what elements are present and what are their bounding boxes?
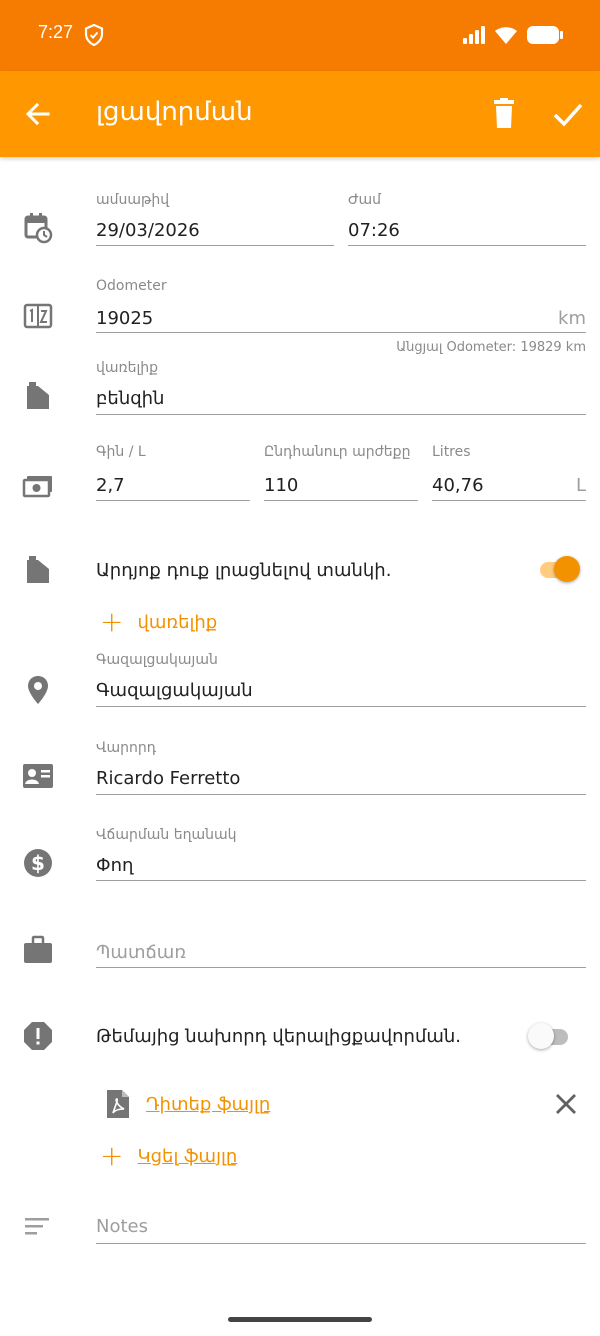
trash-icon[interactable] bbox=[488, 97, 520, 131]
fuel-label: վառելիք bbox=[96, 360, 159, 376]
odometer-underline bbox=[96, 332, 586, 333]
odometer-unit: km bbox=[558, 308, 586, 329]
time-label: Ժամ bbox=[348, 192, 382, 208]
total-cost-label: Ընդհանուր արժեքը bbox=[264, 444, 411, 460]
switch-thumb bbox=[554, 556, 580, 582]
date-value: 29/03/2026 bbox=[96, 220, 200, 241]
time-value: 07:26 bbox=[348, 220, 400, 241]
gas-station-field[interactable]: Գազալցակայան Գազալցակայան bbox=[96, 652, 586, 708]
driver-underline bbox=[96, 794, 586, 795]
full-tank-switch[interactable] bbox=[538, 554, 582, 584]
price-value: 2,7 bbox=[96, 475, 125, 496]
date-underline bbox=[96, 245, 334, 246]
reason-input[interactable]: Պատճառ bbox=[96, 930, 586, 970]
odometer-icon bbox=[22, 300, 54, 332]
price-field[interactable]: Գին / L 2,7 bbox=[96, 444, 250, 502]
previous-odometer-hint: Անցյալ Odometer: 19829 km bbox=[396, 340, 586, 355]
price-underline bbox=[96, 500, 250, 501]
page-title: լցավորման bbox=[96, 97, 253, 127]
money-icon bbox=[22, 470, 54, 502]
payment-method-underline bbox=[96, 880, 586, 881]
reason-placeholder: Պատճառ bbox=[96, 942, 186, 963]
reason-underline bbox=[96, 967, 586, 968]
payment-method-field[interactable]: Վճարման եղանակ Փող bbox=[96, 827, 586, 883]
add-fuel-button[interactable]: + վառելիք bbox=[100, 608, 217, 636]
briefcase-icon bbox=[22, 934, 54, 966]
status-bar: 7:27 bbox=[0, 0, 600, 71]
full-tank-label: Արդյոք դուք լրացնելով տանկի. bbox=[96, 560, 392, 581]
wifi-icon bbox=[495, 27, 517, 44]
notes-placeholder: Notes bbox=[96, 1216, 148, 1237]
gas-station-label: Գազալցակայան bbox=[96, 652, 218, 668]
home-indicator[interactable] bbox=[228, 1317, 372, 1322]
svg-text:$: $ bbox=[31, 851, 45, 875]
fuel-can-icon bbox=[22, 380, 54, 412]
driver-label: Վարորդ bbox=[96, 740, 157, 756]
app-bar: լցավորման bbox=[0, 71, 600, 157]
notes-icon bbox=[22, 1210, 54, 1242]
status-indicators bbox=[462, 23, 564, 47]
plus-icon: + bbox=[100, 605, 124, 638]
time-field[interactable]: Ժամ 07:26 bbox=[348, 192, 586, 248]
status-time: 7:27 bbox=[38, 22, 74, 42]
date-field[interactable]: ամսաթիվ 29/03/2026 bbox=[96, 192, 334, 248]
fuel-can-icon bbox=[22, 554, 54, 586]
odometer-value: 19025 bbox=[96, 308, 154, 329]
add-fuel-label: վառելիք bbox=[137, 611, 218, 633]
missed-previous-switch[interactable] bbox=[528, 1021, 572, 1051]
litres-underline bbox=[432, 500, 586, 501]
payment-method-value: Փող bbox=[96, 855, 134, 876]
gas-station-underline bbox=[96, 706, 586, 707]
date-label: ամսաթիվ bbox=[96, 192, 170, 208]
odometer-field[interactable]: Odometer 19025 km bbox=[96, 278, 586, 334]
driver-field[interactable]: Վարորդ Ricardo Ferretto bbox=[96, 740, 586, 796]
alert-octagon-icon bbox=[22, 1020, 54, 1052]
calendar-clock-icon bbox=[22, 212, 54, 244]
arrow-left-icon[interactable] bbox=[22, 98, 54, 130]
time-underline bbox=[348, 245, 586, 246]
check-icon[interactable] bbox=[550, 97, 586, 131]
attach-file-button[interactable]: + Կցել ֆայլը bbox=[100, 1142, 237, 1170]
litres-unit: L bbox=[575, 475, 586, 496]
close-icon[interactable] bbox=[552, 1090, 580, 1118]
total-cost-value: 110 bbox=[264, 475, 299, 496]
fuel-value: բենզին bbox=[96, 388, 165, 409]
driver-value: Ricardo Ferretto bbox=[96, 768, 241, 789]
view-file-link[interactable]: Դիտեք ֆայլը bbox=[146, 1094, 270, 1115]
battery-icon bbox=[527, 26, 563, 44]
total-cost-underline bbox=[264, 500, 418, 501]
litres-field[interactable]: Litres 40,76 L bbox=[432, 444, 586, 502]
pdf-file-icon bbox=[102, 1088, 134, 1120]
payment-method-label: Վճարման եղանակ bbox=[96, 827, 237, 843]
notes-input[interactable]: Notes bbox=[96, 1206, 586, 1246]
signal-icon bbox=[463, 26, 485, 44]
odometer-label: Odometer bbox=[96, 278, 167, 294]
attach-file-label: Կցել ֆայլը bbox=[137, 1145, 238, 1167]
litres-value: 40,76 bbox=[432, 475, 484, 496]
id-card-icon bbox=[22, 760, 54, 792]
plus-icon: + bbox=[100, 1139, 124, 1172]
fuel-field[interactable]: վառելիք բենզին bbox=[96, 360, 586, 416]
fuel-underline bbox=[96, 414, 586, 415]
location-pin-icon bbox=[22, 674, 54, 706]
notes-underline bbox=[96, 1243, 586, 1244]
shield-icon bbox=[84, 24, 104, 46]
switch-thumb bbox=[528, 1023, 554, 1049]
missed-previous-label: Թեմայից նախորդ վերալիցքավորման. bbox=[96, 1026, 462, 1047]
price-label: Գին / L bbox=[96, 444, 146, 460]
total-cost-field[interactable]: Ընդհանուր արժեքը 110 bbox=[264, 444, 418, 502]
dollar-circle-icon: $ bbox=[22, 847, 54, 879]
litres-label: Litres bbox=[432, 444, 471, 460]
gas-station-value: Գազալցակայան bbox=[96, 680, 253, 701]
